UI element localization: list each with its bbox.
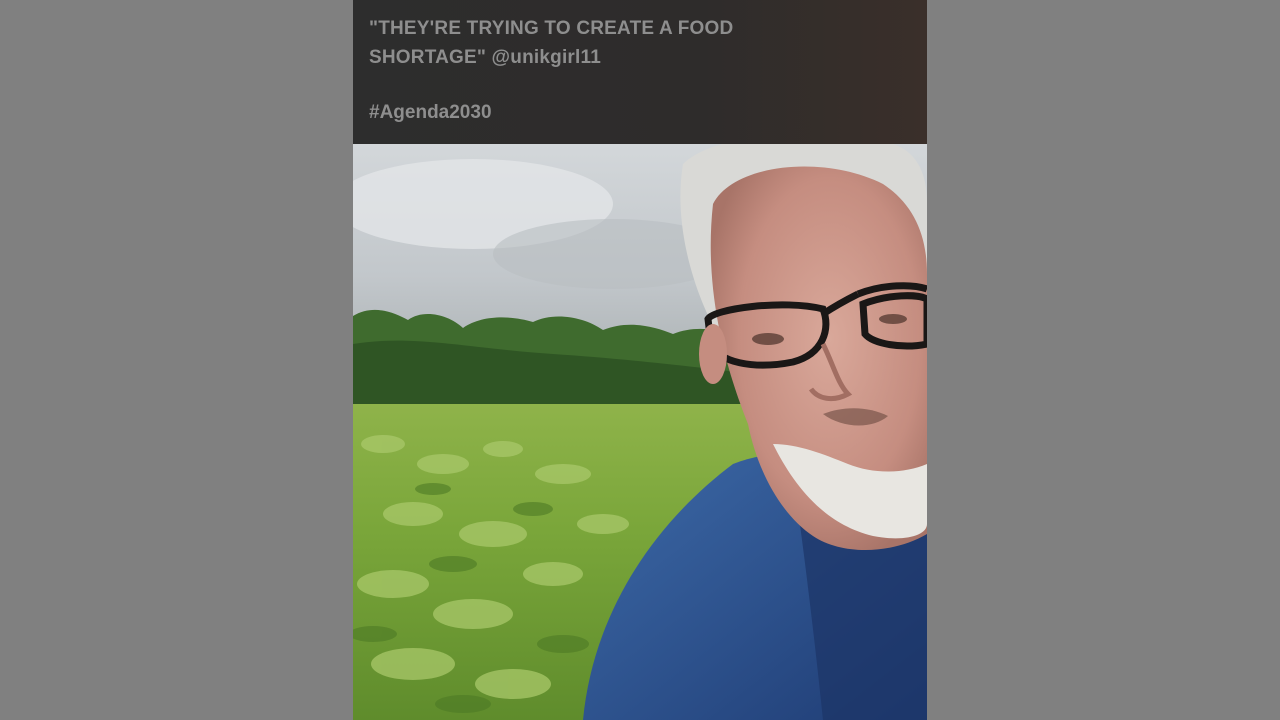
social-post: "THEY'RE TRYING TO CREATE A FOOD SHORTAG… [353, 0, 927, 720]
post-caption: "THEY'RE TRYING TO CREATE A FOOD SHORTAG… [369, 14, 909, 72]
hashtag-link[interactable]: #Agenda2030 [369, 99, 492, 127]
screenshot-canvas: "THEY'RE TRYING TO CREATE A FOOD SHORTAG… [0, 0, 1280, 720]
caption-line-2: SHORTAGE" @unikgirl11 [369, 47, 601, 68]
video-frame[interactable] [353, 144, 927, 720]
post-caption-bar: "THEY'RE TRYING TO CREATE A FOOD SHORTAG… [353, 0, 927, 144]
video-still-image [353, 144, 927, 720]
caption-line-1: "THEY'RE TRYING TO CREATE A FOOD [369, 18, 734, 39]
